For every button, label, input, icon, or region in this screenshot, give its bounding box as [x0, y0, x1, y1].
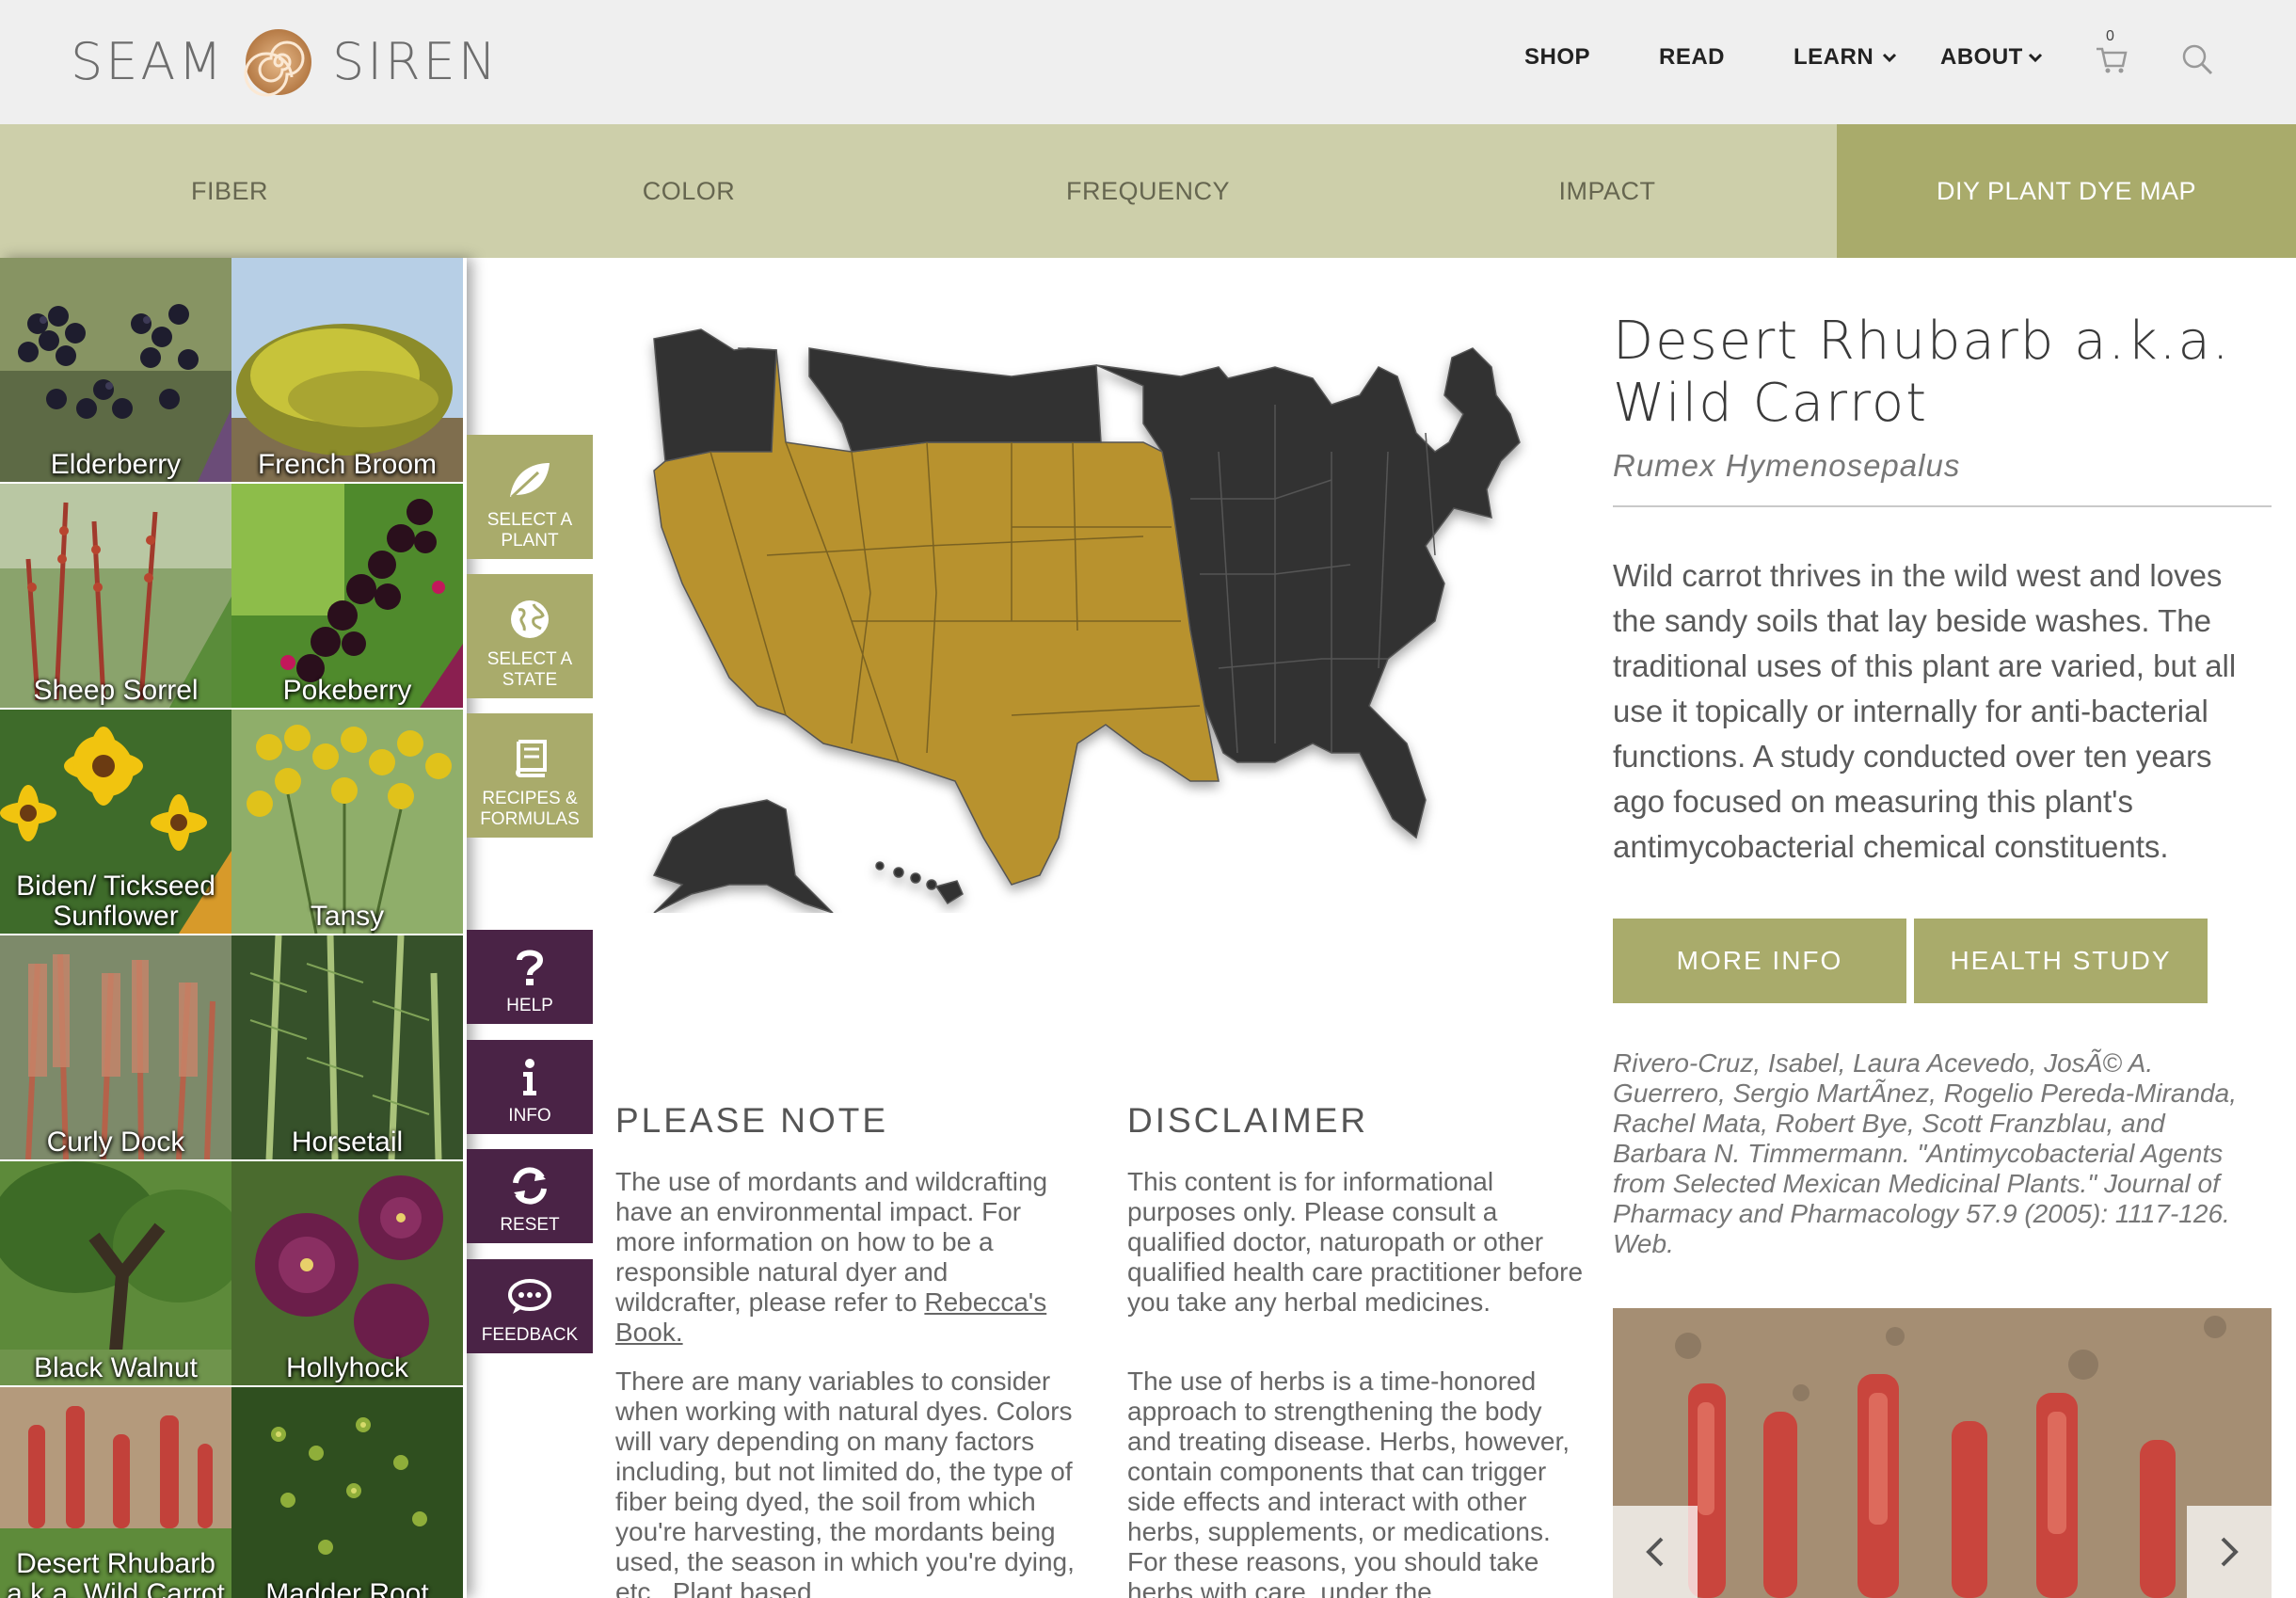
disclaimer-paragraph-2: The use of herbs is a time-honored appro…	[1127, 1366, 1571, 1598]
select-plant-button[interactable]: SELECT A PLANT	[467, 435, 593, 559]
tab-impact[interactable]: IMPACT	[1378, 124, 1837, 258]
disclaimer-paragraph-1: This content is for informational purpos…	[1127, 1167, 1584, 1317]
plant-label: Black Walnut	[34, 1352, 198, 1383]
nav-learn[interactable]: LEARN	[1794, 44, 1873, 71]
plant-tile-desert-rhubarb[interactable]: Desert Rhubarb a.k.a. Wild Carrot	[0, 1387, 231, 1598]
info-icon	[523, 1059, 536, 1095]
carousel-next-button[interactable]	[2187, 1506, 2272, 1598]
reset-button[interactable]: RESET	[467, 1149, 593, 1243]
carousel-prev-button[interactable]	[1613, 1506, 1698, 1598]
plant-tile-curly-dock[interactable]: Curly Dock	[0, 935, 231, 1159]
desert-rhubarb-large-photo	[1613, 1308, 2272, 1598]
help-label: HELP	[506, 996, 553, 1015]
plant-label: Elderberry	[50, 449, 182, 480]
disclaimer-heading: DISCLAIMER	[1127, 1101, 1369, 1140]
plant-tile-biden-tickseed-sunflower[interactable]: Biden/ Tickseed Sunflower	[0, 710, 231, 934]
plant-label: Madder Root	[265, 1578, 429, 1598]
chevron-left-icon	[1646, 1537, 1664, 1567]
book-icon	[516, 740, 547, 777]
tab-frequency[interactable]: FREQUENCY	[918, 124, 1378, 258]
site-header: SEAM SIREN SHOP READ LEARN ABOUT 0	[0, 0, 2296, 124]
plant-tile-pokeberry[interactable]: Pokeberry	[231, 484, 463, 708]
select-state-label: SELECT A STATE	[486, 649, 573, 690]
plant-photo-carousel	[1613, 1308, 2272, 1598]
chevron-down-icon[interactable]	[1879, 47, 1900, 68]
recipes-formulas-button[interactable]: RECIPES & FORMULAS	[467, 713, 593, 838]
plant-grid: Elderberry French Broom Sheep Sorrel Pok…	[0, 258, 467, 1598]
tab-diy-plant-dye-map[interactable]: DIY PLANT DYE MAP	[1837, 124, 2296, 258]
plant-label: Tansy	[310, 901, 385, 932]
plant-label: Desert Rhubarb a.k.a. Wild Carrot	[7, 1548, 225, 1598]
map-northwest-states[interactable]	[653, 328, 777, 462]
feedback-button[interactable]: FEEDBACK	[467, 1259, 593, 1353]
plant-tile-madder-root[interactable]: Madder Root	[231, 1387, 463, 1598]
spiral-logo-icon	[244, 29, 311, 97]
nav-read[interactable]: READ	[1659, 44, 1725, 71]
brand-word-left: SEAM	[71, 32, 225, 91]
feedback-label: FEEDBACK	[481, 1325, 579, 1345]
chat-bubble-icon	[508, 1279, 551, 1314]
map-hawaii[interactable]	[875, 861, 964, 905]
plant-latin-name: Rumex Hymenosepalus	[1613, 448, 1961, 483]
nav-about[interactable]: ABOUT	[1940, 44, 2023, 71]
chevron-down-icon[interactable]	[2025, 47, 2046, 68]
plant-label: Biden/ Tickseed Sunflower	[16, 871, 215, 932]
plant-label: Sheep Sorrel	[33, 675, 199, 706]
info-label: INFO	[508, 1106, 551, 1126]
us-state-map[interactable]	[616, 311, 1557, 913]
please-note-heading: PLEASE NOTE	[615, 1101, 889, 1140]
more-info-button[interactable]: MORE INFO	[1613, 919, 1906, 1003]
please-note-paragraph-2: There are many variables to consider whe…	[615, 1366, 1075, 1598]
cart-icon[interactable]	[2095, 36, 2129, 73]
select-state-button[interactable]: SELECT A STATE	[467, 574, 593, 698]
refresh-icon	[513, 1167, 547, 1205]
brand-word-right: SIREN	[331, 32, 500, 91]
reset-label: RESET	[500, 1215, 560, 1235]
citation-text: Rivero-Cruz, Isabel, Laura Acevedo, JosÃ…	[1613, 1048, 2237, 1258]
plant-tile-tansy[interactable]: Tansy	[231, 710, 463, 934]
please-note-paragraph-1: The use of mordants and wildcrafting hav…	[615, 1167, 1076, 1348]
info-button[interactable]: INFO	[467, 1040, 593, 1134]
search-icon[interactable]	[2181, 43, 2213, 75]
plant-label: Curly Dock	[46, 1127, 185, 1158]
plant-label: Horsetail	[291, 1127, 404, 1158]
select-plant-label: SELECT A PLANT	[486, 510, 573, 551]
brand-logo[interactable]: SEAM SIREN	[71, 23, 499, 102]
plant-label: Hollyhock	[285, 1352, 409, 1383]
plant-tile-black-walnut[interactable]: Black Walnut	[0, 1161, 231, 1385]
plant-tile-horsetail[interactable]: Horsetail	[231, 935, 463, 1159]
plant-description: Wild carrot thrives in the wild west and…	[1613, 558, 2237, 864]
recipes-formulas-label: RECIPES & FORMULAS	[480, 789, 580, 829]
health-study-button[interactable]: HEALTH STUDY	[1914, 919, 2208, 1003]
globe-icon	[511, 600, 549, 638]
plant-label: Pokeberry	[282, 675, 412, 706]
chevron-right-icon	[2221, 1537, 2239, 1567]
help-button[interactable]: HELP	[467, 930, 593, 1024]
tab-fiber[interactable]: FIBER	[0, 124, 459, 258]
plant-label: French Broom	[257, 449, 438, 480]
plant-tile-french-broom[interactable]: French Broom	[231, 258, 463, 482]
title-divider	[1613, 505, 2272, 507]
plant-tile-elderberry[interactable]: Elderberry	[0, 258, 231, 482]
leaf-icon	[510, 463, 550, 499]
nav-shop[interactable]: SHOP	[1524, 44, 1590, 71]
plant-tile-sheep-sorrel[interactable]: Sheep Sorrel	[0, 484, 231, 708]
madder-root-photo	[231, 1387, 463, 1598]
question-icon	[517, 950, 544, 985]
map-alaska[interactable]	[652, 799, 834, 913]
map-montana[interactable]	[808, 347, 1102, 453]
category-tabs: FIBER COLOR FREQUENCY IMPACT DIY PLANT D…	[0, 124, 2296, 258]
plant-title: Desert Rhubarb a.k.a. Wild Carrot	[1613, 311, 2231, 434]
tab-color[interactable]: COLOR	[459, 124, 918, 258]
plant-tile-hollyhock[interactable]: Hollyhock	[231, 1161, 463, 1385]
